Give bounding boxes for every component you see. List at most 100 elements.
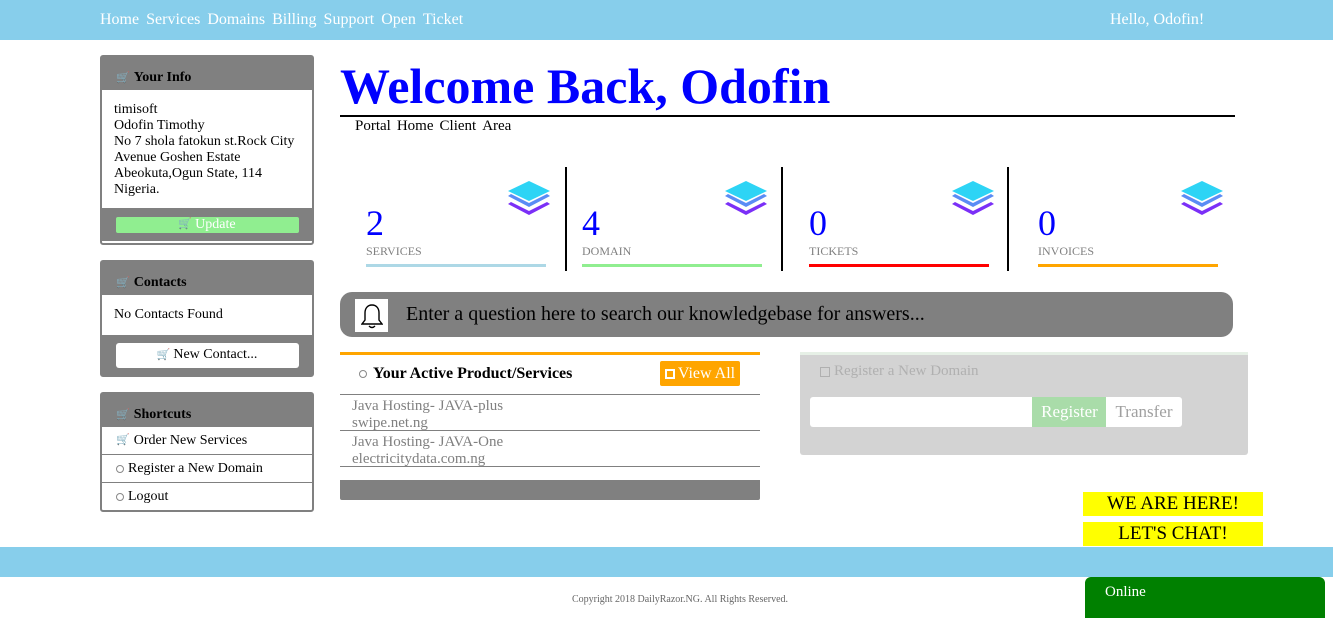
breadcrumb-item[interactable]: Portal <box>355 118 391 135</box>
product-name: Java Hosting- JAVA-plus <box>352 398 504 414</box>
stat-underline <box>582 264 762 267</box>
cart-icon: 🛒 <box>116 276 130 289</box>
stat-divider <box>1007 167 1009 271</box>
stat-divider <box>781 167 783 271</box>
cart-icon: 🛒 <box>156 348 171 361</box>
product-domain: electricitydata.com.ng <box>352 451 486 467</box>
register-domain-title-row: Register a New Domain <box>820 363 979 380</box>
register-domain-panel: Register a New Domain Register Transfer <box>800 352 1248 455</box>
your-info-header: 🛒 Your Info <box>102 57 312 90</box>
nav-services[interactable]: Services <box>146 11 200 29</box>
chat-banner-line1[interactable]: WE ARE HERE! <box>1083 492 1263 516</box>
top-navbar: Home Services Domains Billing Support Op… <box>0 0 1333 40</box>
shortcut-register-domain[interactable]: Register a New Domain <box>102 455 312 483</box>
stat-label: DOMAIN <box>582 244 632 258</box>
product-domain: swipe.net.ng <box>352 415 428 431</box>
your-info-title: Your Info <box>133 70 192 85</box>
nav-open[interactable]: Open <box>381 11 416 29</box>
contacts-panel: 🛒 Contacts No Contacts Found 🛒 New Conta… <box>100 260 314 377</box>
shortcut-order-new-services[interactable]: 🛒 Order New Services <box>102 427 312 455</box>
knowledgebase-search[interactable]: Enter a question here to search our know… <box>340 292 1233 337</box>
box-icon <box>820 366 830 377</box>
your-info-panel: 🛒 Your Info timisoft Odofin Timothy No 7… <box>100 55 314 245</box>
register-button[interactable]: Register <box>1032 397 1107 427</box>
nav-home[interactable]: Home <box>100 11 139 29</box>
shortcuts-header: 🛒 Shortcuts <box>102 394 312 427</box>
product-row[interactable]: Java Hosting- JAVA-plus swipe.net.ng <box>340 395 760 431</box>
circle-bullet-icon <box>359 370 367 378</box>
layers-icon <box>725 181 767 215</box>
products-title: Your Active Product/Services <box>373 365 573 382</box>
shortcut-label: Register a New Domain <box>128 460 263 476</box>
chat-banner-line2[interactable]: LET'S CHAT! <box>1083 522 1263 546</box>
box-icon <box>664 368 675 379</box>
footer-band <box>0 547 1333 577</box>
nav-support[interactable]: Support <box>324 11 375 29</box>
stat-underline <box>809 264 989 267</box>
stat-value: 2 <box>366 203 384 243</box>
stat-tickets[interactable]: 0 TICKETS <box>809 167 999 271</box>
contacts-empty-text: No Contacts Found <box>114 307 223 322</box>
breadcrumb-item[interactable]: Area <box>482 118 511 135</box>
address-block: timisoft Odofin Timothy No 7 shola fatok… <box>102 90 312 208</box>
shortcut-label: Order New Services <box>133 432 248 448</box>
page-title: Welcome Back, Odofin <box>340 58 831 114</box>
stat-label: SERVICES <box>366 244 422 258</box>
info-line: Nigeria. <box>114 182 160 197</box>
breadcrumb-item[interactable]: Client <box>440 118 477 135</box>
knowledgebase-placeholder: Enter a question here to search our know… <box>406 303 925 325</box>
circle-bullet-icon <box>116 493 124 501</box>
nav-billing[interactable]: Billing <box>272 11 316 29</box>
domain-search-input[interactable] <box>810 397 1033 427</box>
update-button[interactable]: 🛒 Update <box>115 216 299 233</box>
cart-icon: 🛒 <box>116 434 130 446</box>
stat-value: 0 <box>809 203 827 243</box>
cart-icon: 🛒 <box>116 408 130 421</box>
view-all-button[interactable]: View All <box>660 361 740 386</box>
shortcuts-title: Shortcuts <box>133 407 192 422</box>
stat-label: TICKETS <box>809 244 859 258</box>
products-header: Your Active Product/Services View All <box>340 355 760 395</box>
register-domain-title: Register a New Domain <box>834 363 979 379</box>
new-contact-button[interactable]: 🛒 New Contact... <box>115 342 299 368</box>
breadcrumb: Portal Home Client Area <box>355 118 511 135</box>
user-greeting[interactable]: Hello, Odofin! <box>1110 11 1204 29</box>
your-info-footer: 🛒 Update <box>102 208 312 241</box>
products-footer <box>340 480 760 500</box>
nav-ticket[interactable]: Ticket <box>423 11 463 29</box>
product-name: Java Hosting- JAVA-One <box>352 434 504 450</box>
product-row[interactable]: Java Hosting- JAVA-One electricitydata.c… <box>340 431 760 467</box>
breadcrumb-item[interactable]: Home <box>397 118 434 135</box>
nav-domains[interactable]: Domains <box>207 11 265 29</box>
stat-divider <box>565 167 567 271</box>
stat-invoices[interactable]: 0 INVOICES <box>1038 167 1228 271</box>
contacts-footer: 🛒 New Contact... <box>102 335 312 375</box>
stat-value: 4 <box>582 203 600 243</box>
info-line: Abeokuta,Ogun State, 114 <box>114 166 263 181</box>
online-chat-tab[interactable]: Online <box>1085 577 1325 618</box>
contacts-header: 🛒 Contacts <box>102 262 312 295</box>
main-nav: Home Services Domains Billing Support Op… <box>100 11 463 29</box>
stat-underline <box>1038 264 1218 267</box>
info-line: Odofin Timothy <box>114 118 205 133</box>
stat-value: 0 <box>1038 203 1056 243</box>
new-contact-label: New Contact... <box>173 347 258 362</box>
active-products-panel: Your Active Product/Services View All Ja… <box>340 352 760 500</box>
contacts-title: Contacts <box>133 275 187 290</box>
stat-label: INVOICES <box>1038 244 1094 258</box>
shortcut-label: Logout <box>128 489 169 504</box>
stat-services[interactable]: 2 SERVICES <box>366 167 556 271</box>
cart-icon: 🛒 <box>116 71 130 84</box>
title-divider <box>340 115 1235 117</box>
stat-underline <box>366 264 546 267</box>
layers-icon <box>508 181 550 215</box>
products-title-row: Your Active Product/Services <box>359 365 572 383</box>
info-line: timisoft <box>114 102 158 117</box>
stat-domain[interactable]: 4 DOMAIN <box>582 167 772 271</box>
update-label: Update <box>195 216 236 232</box>
bell-icon <box>355 299 388 332</box>
shortcuts-panel: 🛒 Shortcuts 🛒 Order New Services Registe… <box>100 392 314 512</box>
transfer-button[interactable]: Transfer <box>1106 397 1182 427</box>
shortcut-logout[interactable]: Logout <box>102 483 312 511</box>
layers-icon <box>952 181 994 215</box>
